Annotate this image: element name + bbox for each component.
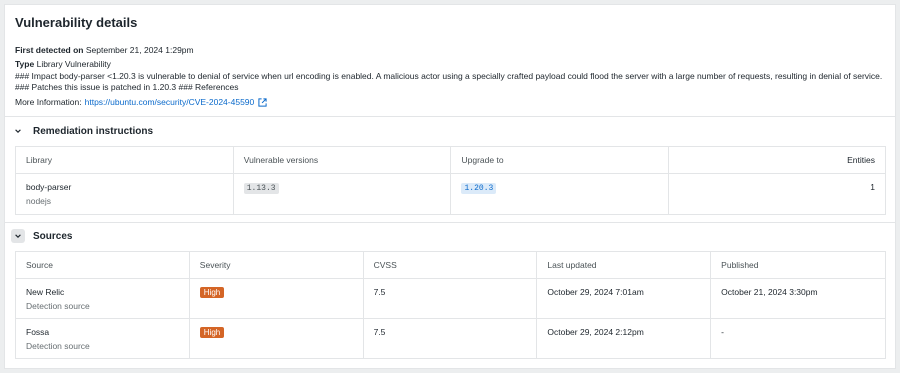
upgrade-to-cell: 1.20.3 [450,173,669,215]
vulnerability-description: ### Impact body-parser <1.20.3 is vulner… [15,71,883,92]
first-detected-label: First detected on [15,45,84,55]
table-header-row: Library Vulnerable versions Upgrade to E… [15,146,886,174]
source-name: New Relic [26,287,65,297]
sources-heading: Sources [33,230,73,242]
remediation-heading: Remediation instructions [33,125,154,137]
library-ecosystem: nodejs [26,196,52,206]
source-name: Fossa [26,327,50,337]
column-entities: Entities [668,146,886,174]
library-name: body-parser [26,182,72,192]
column-last-updated: Last updated [536,251,711,279]
table-header-row: Source Severity CVSS Last updated Publis… [15,251,886,279]
cvss-cell: 7.5 [362,318,537,359]
table-row: New Relic Detection source High 7.5 Octo… [15,278,886,319]
divider [5,222,895,223]
chevron-down-icon [11,229,25,243]
column-source: Source [15,251,190,279]
column-cvss: CVSS [362,251,537,279]
vulnerable-version-tag: 1.13.3 [243,183,279,194]
column-published: Published [710,251,886,279]
external-link-icon[interactable] [258,97,267,107]
page-title: Vulnerability details [15,15,138,30]
first-detected-value: September 21, 2024 1:29pm [85,45,194,55]
vulnerable-versions-cell: 1.13.3 [232,173,451,215]
sources-table: Source Severity CVSS Last updated Publis… [15,251,886,359]
more-information-label: More Information: [15,97,82,107]
cve-link[interactable]: https://ubuntu.com/security/CVE-2024-455… [85,97,255,107]
entities-cell: 1 [668,173,886,215]
type-label: Type [15,59,35,69]
cvss-cell: 7.5 [362,278,537,319]
table-row: Fossa Detection source High 7.5 October … [16,318,886,359]
last-updated-cell: October 29, 2024 7:01am [536,278,711,319]
source-cell: New Relic Detection source [16,279,190,319]
more-information: More Information: https://ubuntu.com/sec… [15,97,267,107]
source-type: Detection source [26,341,90,351]
column-vulnerable-versions: Vulnerable versions [232,146,451,174]
chevron-down-icon [11,124,25,138]
severity-cell: High [188,318,364,359]
column-upgrade-to: Upgrade to [450,146,669,174]
source-type: Detection source [26,301,90,311]
upgrade-version-tag: 1.20.3 [461,183,497,194]
sources-section-toggle[interactable]: Sources [11,229,72,243]
remediation-section-toggle[interactable]: Remediation instructions [11,124,153,138]
column-severity: Severity [188,251,364,279]
severity-badge: High [199,327,225,338]
first-detected-line: First detected on September 21, 2024 1:2… [15,45,194,55]
column-library: Library [15,146,234,174]
library-cell: body-parser nodejs [16,174,234,215]
type-line: Type Library Vulnerability [15,59,111,69]
table-row: body-parser nodejs 1.13.3 1.20.3 1 [16,173,886,215]
published-cell: - [710,318,886,359]
severity-badge: High [199,287,225,298]
vulnerability-details-card: Vulnerability details First detected on … [4,4,896,369]
published-cell: October 21, 2024 3:30pm [710,278,886,319]
severity-cell: High [188,278,364,319]
last-updated-cell: October 29, 2024 2:12pm [536,318,711,359]
type-value: Library Vulnerability [36,59,111,69]
remediation-table: Library Vulnerable versions Upgrade to E… [15,146,886,215]
divider [5,116,895,117]
source-cell: Fossa Detection source [16,319,190,359]
